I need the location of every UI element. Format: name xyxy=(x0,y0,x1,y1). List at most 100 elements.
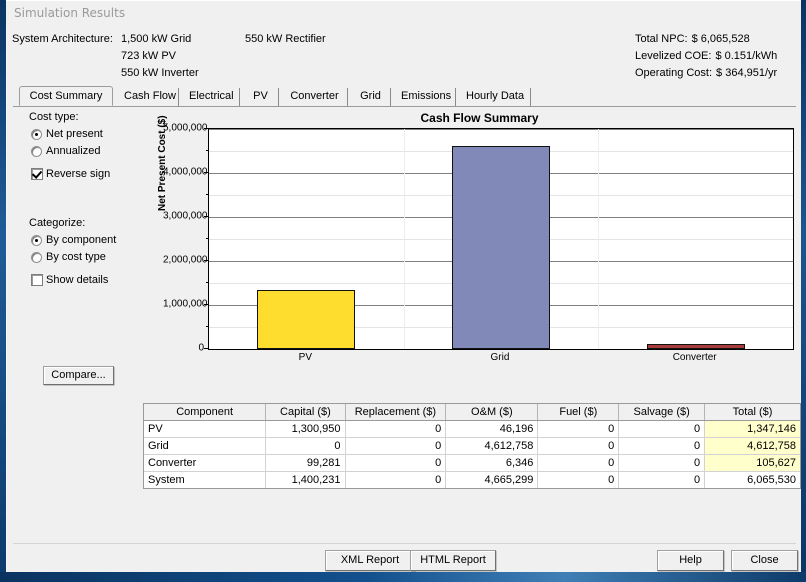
radio-by-component[interactable]: By component xyxy=(29,232,159,249)
chart-y-tick-label: 1,000,000 xyxy=(163,298,208,310)
tab-strip[interactable]: Cost Summary Cash Flow Electrical PV Convert… xyxy=(13,86,796,106)
tab-electrical[interactable]: Electrical xyxy=(182,88,240,106)
chart-bar-converter xyxy=(646,344,745,349)
summary-row-2: Operating Cost: $ 364,951/yr xyxy=(635,67,777,84)
summary-key-2: Operating Cost: xyxy=(635,67,713,79)
architecture-component-2: 550 kW Inverter xyxy=(121,67,199,79)
chart-bar-pv xyxy=(257,289,356,349)
architecture-component-1: 723 kW PV xyxy=(121,50,177,62)
summary-row-0: Total NPC: $ 6,065,528 xyxy=(635,33,777,50)
chart-y-tick-label: 2,000,000 xyxy=(163,254,208,266)
chart-title: Cash Flow Summary xyxy=(420,111,539,125)
cash-flow-chart: Cash Flow Summary Net Present Cost ($) 0… xyxy=(157,111,796,394)
summary-key-0: Total NPC: xyxy=(635,33,688,45)
chart-x-label-converter: Converter xyxy=(672,352,717,363)
table-body: PV 1,300,950 0 46,196 0 0 1,347,146 Grid 0 0 4,612… xyxy=(144,420,800,488)
options-panel: Cost type: Net present Annualized Revers… xyxy=(29,111,159,289)
tab-grid[interactable]: Grid xyxy=(351,88,391,106)
table-header-3[interactable]: O&M ($) xyxy=(445,404,539,421)
table-cell-0-1: 1,300,950 xyxy=(265,420,346,438)
table-cell-2-2: 0 xyxy=(345,454,447,472)
tab-cost-summary[interactable]: Cost Summary xyxy=(19,86,113,106)
tab-cash-flow[interactable]: Cash Flow xyxy=(117,88,179,106)
close-button[interactable]: Close xyxy=(731,550,798,571)
tab-converter[interactable]: Converter xyxy=(282,88,348,106)
table-header-2[interactable]: Replacement ($) xyxy=(345,404,447,421)
cost-summary-header: Total NPC: $ 6,065,528 Levelized COE: $ 0.1… xyxy=(635,33,777,84)
table-cell-1-2: 0 xyxy=(345,437,447,455)
table-cell-3-6: 6,065,530 xyxy=(704,471,800,488)
chart-plot-area xyxy=(208,128,794,350)
table-cell-1-1: 0 xyxy=(265,437,346,455)
tab-emissions[interactable]: Emissions xyxy=(394,88,456,106)
chart-y-tick-label: 4,000,000 xyxy=(163,166,208,178)
radio-net-present[interactable]: Net present xyxy=(29,126,159,143)
chart-gridline-major xyxy=(209,129,793,130)
chart-x-label-pv: PV xyxy=(298,352,312,363)
title-bar: Simulation Results xyxy=(6,0,801,25)
table-cell-2-1: 99,281 xyxy=(265,454,346,472)
radio-label-annualized: Annualized xyxy=(46,145,101,157)
table-header-1[interactable]: Capital ($) xyxy=(265,404,346,421)
summary-value-2: $ 364,951/yr xyxy=(716,67,778,79)
window-title: Simulation Results xyxy=(14,6,126,20)
radio-icon-net-present[interactable] xyxy=(31,129,42,140)
table-cell-1-6: 4,612,758 xyxy=(704,437,800,455)
radio-icon-by-component[interactable] xyxy=(31,235,42,246)
chart-y-tick-label: 0 xyxy=(198,342,204,354)
table-row[interactable]: System 1,400,231 0 4,665,299 0 0 6,065,530 xyxy=(144,471,800,488)
radio-by-cost-type[interactable]: By cost type xyxy=(29,249,159,266)
radio-annualized[interactable]: Annualized xyxy=(29,143,159,160)
radio-label-by-cost-type: By cost type xyxy=(46,251,106,263)
table-header-6[interactable]: Total ($) xyxy=(704,404,800,421)
table-row[interactable]: Converter 99,281 0 6,346 0 0 105,627 xyxy=(144,454,800,472)
table-row[interactable]: PV 1,300,950 0 46,196 0 0 1,347,146 xyxy=(144,420,800,438)
cost-table: Component Capital ($) Replacement ($) O&M (… xyxy=(144,404,800,488)
table-cell-0-0: PV xyxy=(144,420,267,438)
cost-summary-table: Component Capital ($) Replacement ($) O&M (… xyxy=(143,403,801,489)
tab-hourly-data[interactable]: Hourly Data xyxy=(459,88,531,106)
chart-x-label-grid: Grid xyxy=(490,352,510,363)
architecture-label: System Architecture: xyxy=(12,33,113,45)
tab-pv[interactable]: PV xyxy=(243,88,279,106)
radio-icon-by-cost-type[interactable] xyxy=(31,252,42,263)
table-header-row: Component Capital ($) Replacement ($) O&M (… xyxy=(144,404,800,421)
radio-label-net-present: Net present xyxy=(46,128,103,140)
client-area: System Architecture: 1,500 kW Grid 723 kW… xyxy=(6,25,801,572)
table-cell-1-5: 0 xyxy=(618,437,706,455)
table-header-4[interactable]: Fuel ($) xyxy=(537,404,620,421)
tab-underline xyxy=(13,106,796,107)
checkbox-label-reverse-sign: Reverse sign xyxy=(46,168,111,180)
summary-value-0: $ 6,065,528 xyxy=(691,33,750,45)
help-button[interactable]: Help xyxy=(657,550,724,571)
architecture-rectifier: 550 kW Rectifier xyxy=(245,33,326,45)
table-cell-0-5: 0 xyxy=(618,420,706,438)
chart-gridline-vertical xyxy=(403,129,405,349)
table-row[interactable]: Grid 0 0 4,612,758 0 0 4,612,758 xyxy=(144,437,800,455)
checkbox-reverse-sign[interactable]: Reverse sign xyxy=(29,166,159,183)
radio-icon-annualized[interactable] xyxy=(31,146,42,157)
html-report-button[interactable]: HTML Report xyxy=(410,550,496,571)
cost-type-label: Cost type: xyxy=(29,111,79,123)
summary-value-1: $ 0.151/kWh xyxy=(715,50,778,62)
table-cell-2-5: 0 xyxy=(618,454,706,472)
xml-report-button[interactable]: XML Report xyxy=(325,550,415,571)
summary-key-1: Levelized COE: xyxy=(635,50,712,62)
table-cell-0-2: 0 xyxy=(345,420,447,438)
checkbox-icon-reverse-sign[interactable] xyxy=(31,168,43,180)
summary-row-1: Levelized COE: $ 0.151/kWh xyxy=(635,50,777,67)
table-cell-3-2: 0 xyxy=(345,471,447,488)
table-header-0[interactable]: Component xyxy=(144,404,267,421)
table-cell-3-5: 0 xyxy=(618,471,706,488)
table-header-5[interactable]: Salvage ($) xyxy=(618,404,706,421)
table-cell-2-6: 105,627 xyxy=(704,454,800,472)
chart-y-tick-label: 3,000,000 xyxy=(163,210,208,222)
table-cell-3-3: 4,665,299 xyxy=(445,471,539,488)
chart-y-tick-label: 5,000,000 xyxy=(163,122,208,134)
checkbox-icon-show-details[interactable] xyxy=(31,274,43,286)
chart-bar-grid xyxy=(452,146,550,349)
compare-button[interactable]: Compare... xyxy=(43,366,114,385)
checkbox-show-details[interactable]: Show details xyxy=(29,272,159,289)
table-cell-2-3: 6,346 xyxy=(445,454,539,472)
table-cell-3-4: 0 xyxy=(537,471,620,488)
